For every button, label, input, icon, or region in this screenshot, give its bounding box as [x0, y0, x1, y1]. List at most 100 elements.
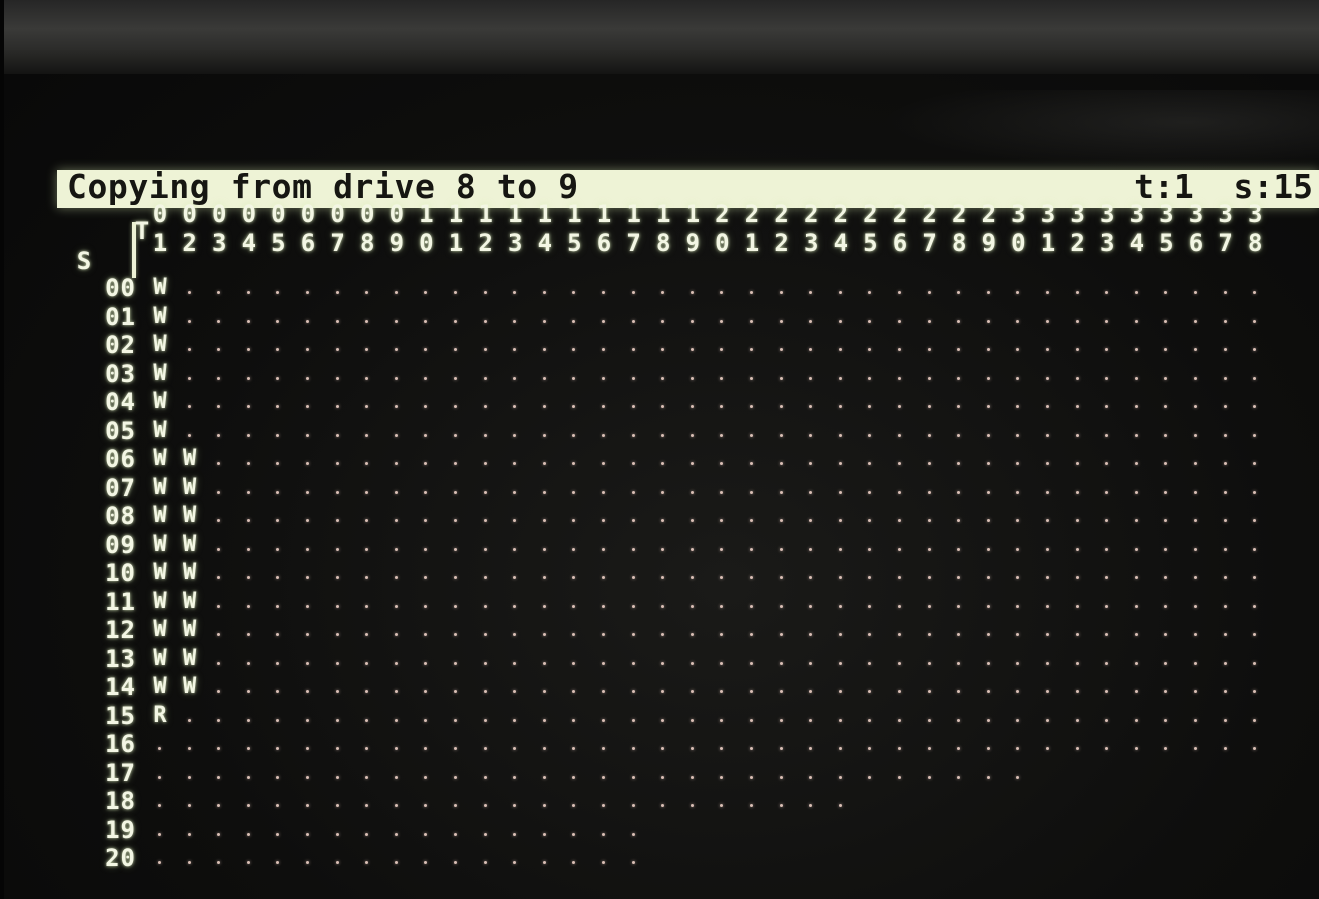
sector-pending-dot	[898, 547, 901, 551]
sector-pending-dot	[1016, 462, 1020, 465]
sector-pending-dot	[335, 861, 339, 864]
sector-pending-dot	[572, 718, 576, 722]
sector-pending-dot	[483, 576, 487, 579]
sector-pending-dot	[542, 661, 546, 665]
sector-pending-dot	[542, 405, 546, 408]
sector-pending-dot	[187, 319, 191, 323]
sector-pending-dot	[1194, 462, 1197, 465]
sector-pending-dot	[513, 348, 517, 351]
sector-pending-dot	[276, 718, 280, 722]
track-number-tens: 3	[1070, 200, 1085, 228]
sector-pending-dot	[602, 576, 605, 579]
sector-pending-dot	[424, 604, 428, 608]
sector-axis-label: S	[76, 247, 92, 275]
sector-pending-dot	[779, 348, 783, 351]
sector-pending-dot	[602, 718, 605, 722]
sector-written: W	[153, 332, 167, 357]
sector-pending-dot	[1075, 604, 1079, 608]
track-number-ones: 8	[951, 229, 967, 257]
sector-pending-dot	[779, 690, 783, 693]
sector-pending-dot	[306, 348, 309, 351]
track-number-ones: 5	[863, 229, 878, 257]
sector-pending-dot	[572, 633, 576, 636]
track-number-ones: 2	[478, 229, 493, 257]
sector-pending-dot	[394, 319, 398, 323]
sector-pending-dot	[631, 718, 635, 722]
sector-pending-dot	[690, 747, 694, 750]
sector-pending-dot	[868, 747, 872, 750]
sector-pending-dot	[1194, 604, 1197, 608]
sector-label: 18	[105, 787, 136, 815]
track-number-ones: 2	[1070, 229, 1085, 257]
sector-pending-dot	[1105, 376, 1109, 380]
sector-pending-dot	[217, 604, 221, 608]
sector-pending-dot	[661, 519, 665, 522]
sector-pending-dot	[779, 747, 783, 750]
sector-pending-dot	[750, 376, 753, 380]
track-number-ones: 7	[1218, 229, 1233, 257]
sector-label: 06	[105, 445, 136, 473]
sector-pending-dot	[306, 576, 309, 579]
sector-pending-dot	[1046, 376, 1049, 380]
sector-pending-dot	[1016, 319, 1020, 323]
sector-pending-dot	[809, 547, 813, 551]
sector-pending-dot	[1134, 348, 1138, 351]
sector-pending-dot	[394, 832, 398, 836]
sector-pending-dot	[394, 718, 398, 722]
sector-pending-dot	[1075, 462, 1079, 465]
sector-pending-dot	[809, 661, 813, 665]
sector-pending-dot	[394, 519, 398, 522]
sector-pending-dot	[513, 433, 517, 437]
track-number-ones: 7	[330, 229, 345, 257]
sector-pending-dot	[602, 376, 605, 380]
sector-pending-dot	[750, 690, 753, 693]
sector-pending-dot	[1134, 319, 1138, 323]
sector-pending-dot	[720, 405, 724, 408]
sector-pending-dot	[572, 804, 576, 807]
sector-pending-dot	[276, 804, 280, 807]
sector-pending-dot	[750, 291, 753, 294]
sector-pending-dot	[424, 291, 428, 294]
sector-pending-dot	[513, 633, 517, 636]
sector-pending-dot	[187, 775, 191, 779]
sector-pending-dot	[927, 747, 931, 750]
sector-pending-dot	[1134, 718, 1138, 722]
track-number-ones: 5	[1159, 229, 1174, 257]
sector-pending-dot	[809, 405, 813, 408]
sector-pending-dot	[572, 519, 576, 522]
sector-pending-dot	[1016, 490, 1020, 494]
sector-pending-dot	[898, 519, 901, 522]
sector-pending-dot	[602, 462, 605, 465]
sector-pending-dot	[690, 804, 694, 807]
sector-label: 07	[105, 473, 136, 502]
track-number-tens: 1	[419, 200, 434, 228]
sector-pending-dot	[898, 405, 901, 408]
sector-pending-dot	[306, 747, 309, 750]
sector-pending-dot	[365, 604, 369, 608]
sector-pending-dot	[720, 690, 724, 693]
sector-pending-dot	[306, 775, 309, 779]
sector-pending-dot	[1134, 547, 1138, 551]
sector-pending-dot	[454, 690, 457, 693]
sector-written: W	[182, 446, 197, 471]
sector-pending-dot	[1105, 576, 1109, 579]
sector-pending-dot	[779, 604, 783, 608]
sector-pending-dot	[1253, 405, 1257, 408]
sector-pending-dot	[1046, 319, 1049, 323]
sector-pending-dot	[986, 690, 990, 693]
sector-pending-dot	[483, 690, 487, 693]
sector-pending-dot	[957, 775, 961, 779]
sector-pending-dot	[513, 519, 517, 522]
sector-pending-dot	[483, 462, 487, 465]
sector-pending-dot	[750, 433, 753, 437]
track-number-ones: 8	[655, 229, 671, 257]
sector-pending-dot	[602, 433, 605, 437]
sector-pending-dot	[986, 576, 990, 579]
track-number-ones: 8	[1247, 229, 1263, 257]
sector-pending-dot	[1016, 718, 1020, 722]
sector-pending-dot	[306, 861, 309, 864]
sector-pending-dot	[365, 861, 369, 864]
sector-pending-dot	[483, 405, 487, 408]
sector-pending-dot	[986, 633, 990, 636]
sector-pending-dot	[868, 462, 872, 465]
